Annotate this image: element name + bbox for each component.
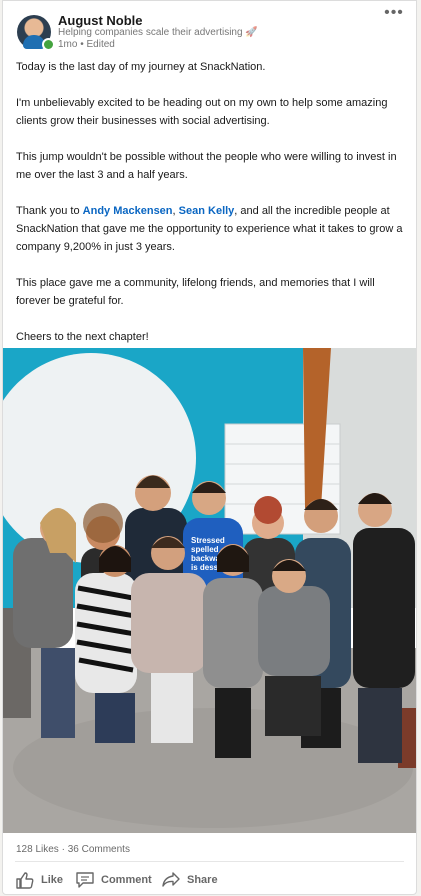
text-fragment: Thank you to: [16, 205, 83, 217]
like-label: Like: [41, 874, 64, 886]
person: [353, 528, 415, 688]
share-button[interactable]: Share: [161, 867, 218, 893]
comment-button[interactable]: Comment: [75, 867, 152, 893]
person: [258, 586, 330, 676]
post-paragraph: This place gave me a community, lifelong…: [16, 277, 375, 307]
hair: [254, 496, 282, 524]
comment-icon: [76, 872, 94, 888]
legs: [95, 693, 135, 743]
thumbs-up-icon: [16, 872, 34, 889]
post-paragraph: I'm unbelievably excited to be heading o…: [16, 97, 388, 127]
post-photo[interactable]: Stressed spelled backwa is desse: [3, 348, 416, 833]
post-paragraph: Today is the last day of my journey at S…: [16, 61, 266, 73]
person: [203, 578, 263, 688]
legs: [265, 676, 321, 736]
counts-separator: ·: [58, 844, 68, 855]
comment-label: Comment: [101, 874, 152, 886]
author-name[interactable]: August Noble: [58, 13, 143, 28]
like-button[interactable]: Like: [15, 867, 63, 893]
share-label: Share: [187, 874, 218, 886]
more-options-icon[interactable]: •••: [384, 5, 404, 23]
person: [13, 538, 73, 648]
post-paragraph: This jump wouldn't be possible without t…: [16, 151, 397, 181]
author-headline: Helping companies scale their advertisin…: [58, 27, 258, 38]
legs: [151, 673, 193, 743]
legs: [41, 648, 75, 738]
legs: [215, 688, 251, 758]
post-header: August Noble Helping companies scale the…: [3, 1, 416, 53]
feed-post-card: August Noble Helping companies scale the…: [2, 0, 417, 895]
share-arrow-icon: [162, 872, 180, 887]
hair: [83, 503, 123, 543]
mention-link-andy[interactable]: Andy Mackensen: [83, 205, 173, 217]
legs: [358, 688, 402, 763]
group-photo-illustration: Stressed spelled backwa is desse: [3, 348, 416, 833]
social-counts: 128 Likes · 36 Comments: [16, 844, 130, 855]
actions-divider: [15, 861, 404, 862]
likes-count[interactable]: 128 Likes: [16, 844, 59, 855]
comments-count[interactable]: 36 Comments: [68, 844, 130, 855]
post-paragraph: Thank you to Andy Mackensen, Sean Kelly,…: [16, 202, 410, 256]
post-text: Today is the last day of my journey at S…: [16, 58, 410, 364]
person: [131, 573, 207, 673]
post-timestamp: 1mo • Edited: [58, 39, 115, 50]
post-paragraph: Cheers to the next chapter!: [16, 331, 149, 343]
mention-link-sean[interactable]: Sean Kelly: [179, 205, 235, 217]
online-status-indicator: [42, 38, 55, 51]
post-actions-bar: Like Comment Share: [3, 863, 416, 894]
